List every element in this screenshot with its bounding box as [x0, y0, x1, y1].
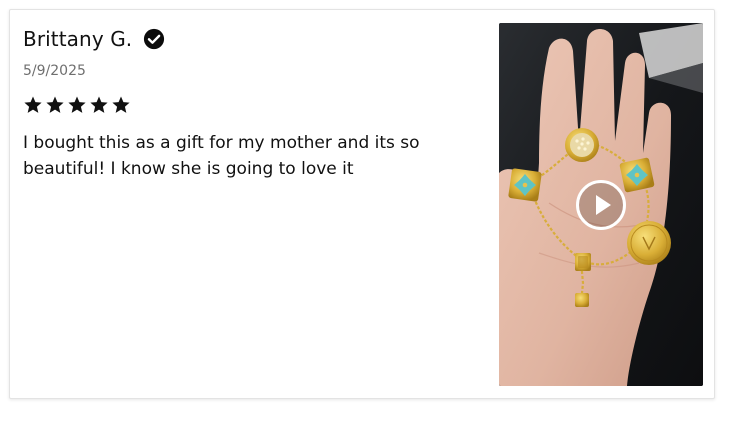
play-icon[interactable] [575, 179, 627, 231]
star-icon [90, 96, 108, 113]
review-date: 5/9/2025 [23, 63, 86, 79]
star-icon [24, 96, 42, 113]
review-text: I bought this as a gift for my mother an… [23, 133, 420, 179]
star-icon [112, 96, 130, 113]
star-icon [46, 96, 64, 113]
star-rating [23, 95, 131, 115]
review-card: Brittany G. 5/9/2025 I bought this as a … [9, 9, 715, 399]
author-row: Brittany G. [23, 26, 165, 52]
author-name: Brittany G. [23, 27, 133, 51]
star-icon [68, 96, 86, 113]
verified-check-icon [144, 28, 165, 50]
review-video-thumbnail[interactable] [499, 23, 703, 386]
